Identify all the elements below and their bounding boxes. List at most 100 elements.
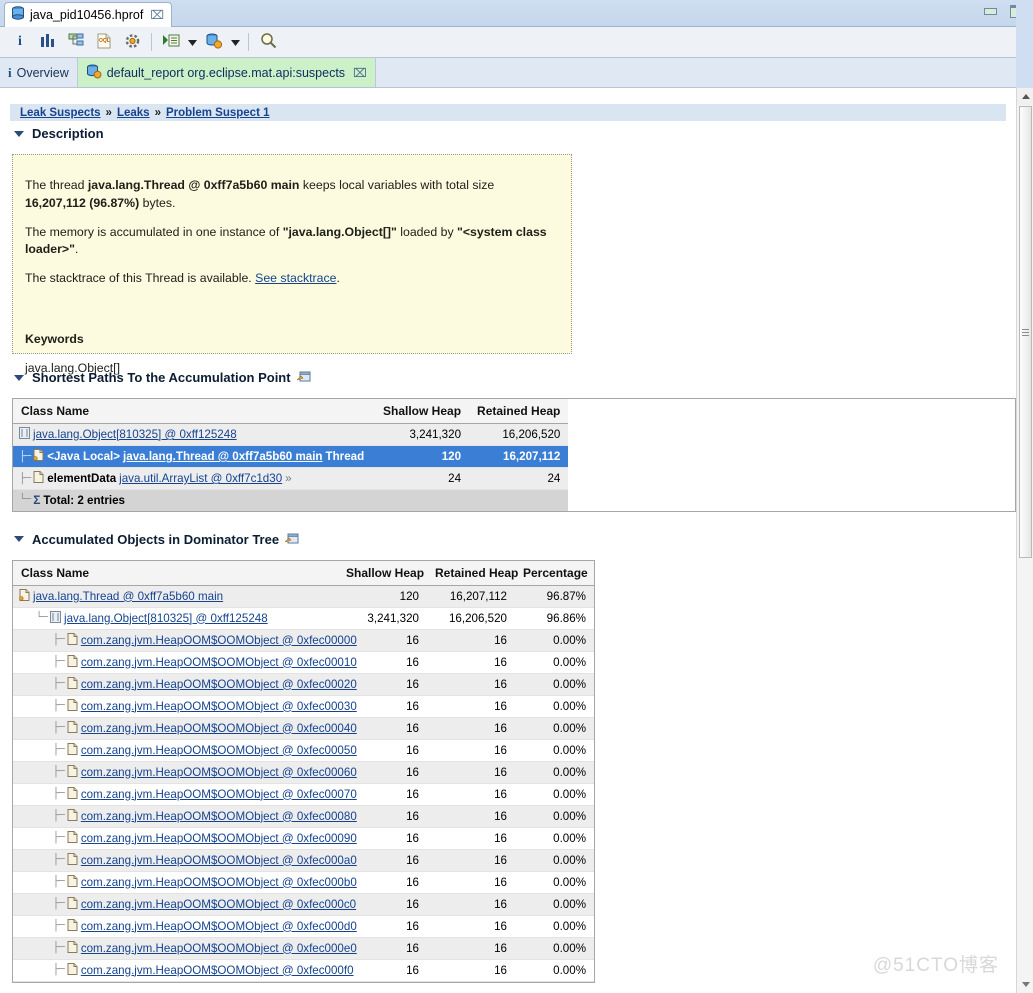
table-row-selected[interactable]: ├─ <Java Local> java.lang.Thread @ 0xff7…	[13, 445, 569, 468]
cell-class-name[interactable]: ├─ com.zang.jvm.HeapOOM$OOMObject @ 0xfec…	[13, 827, 357, 850]
cell-class-name[interactable]: ├─ com.zang.jvm.HeapOOM$OOMObject @ 0xfec…	[13, 871, 357, 894]
tab-default-report-suspects[interactable]: default_report org.eclipse.mat.api:suspe…	[77, 58, 376, 87]
cell-class-name[interactable]: ├─ com.zang.jvm.HeapOOM$OOMObject @ 0xfec…	[13, 651, 357, 674]
table-row[interactable]: ├─ com.zang.jvm.HeapOOM$OOMObject @ 0xfec…	[13, 959, 594, 982]
section-header-dominator-tree[interactable]: Accumulated Objects in Dominator Tree	[14, 532, 1016, 547]
breadcrumb-item-leaks[interactable]: Leaks	[117, 107, 150, 119]
object-link[interactable]: com.zang.jvm.HeapOOM$OOMObject @ 0xfec00…	[81, 788, 357, 801]
collapse-triangle-icon[interactable]	[14, 536, 24, 542]
table-row[interactable]: java.lang.Thread @ 0xff7a5b60 main 120 16,…	[13, 585, 594, 608]
cell-class-name[interactable]: ├─ com.zang.jvm.HeapOOM$OOMObject @ 0xfec…	[13, 915, 357, 938]
cell-class-name[interactable]: java.lang.Object[810325] @ 0xff125248	[13, 423, 375, 446]
object-link[interactable]: com.zang.jvm.HeapOOM$OOMObject @ 0xfec00…	[81, 766, 357, 779]
table-row[interactable]: ├─ com.zang.jvm.HeapOOM$OOMObject @ 0xfec…	[13, 651, 594, 674]
toolbar-dominator-tree-button[interactable]	[63, 30, 89, 54]
tab-close-icon[interactable]: ⌧	[353, 66, 367, 80]
col-class-name[interactable]: Class Name	[13, 399, 375, 424]
toolbar-overview-info-button[interactable]: i	[7, 30, 33, 54]
cell-class-name[interactable]: ├─ com.zang.jvm.HeapOOM$OOMObject @ 0xfec…	[13, 805, 357, 828]
object-link[interactable]: com.zang.jvm.HeapOOM$OOMObject @ 0xfec00…	[81, 832, 357, 845]
editor-tab-close-icon[interactable]: ⌧	[148, 9, 164, 21]
object-link[interactable]: java.util.ArrayList @ 0xff7c1d30	[119, 472, 282, 485]
table-row[interactable]: ├─ com.zang.jvm.HeapOOM$OOMObject @ 0xfec…	[13, 695, 594, 718]
toolbar-oql-button[interactable]: OQL	[91, 30, 117, 54]
export-details-icon[interactable]	[284, 533, 299, 546]
cell-class-name[interactable]: ├─ elementData java.util.ArrayList @ 0xf…	[13, 467, 375, 490]
table-row[interactable]: ├─ com.zang.jvm.HeapOOM$OOMObject @ 0xfec…	[13, 717, 594, 740]
object-link[interactable]: com.zang.jvm.HeapOOM$OOMObject @ 0xfec00…	[81, 898, 356, 911]
object-link[interactable]: java.lang.Object[810325] @ 0xff125248	[33, 428, 237, 441]
export-details-icon[interactable]	[296, 371, 311, 384]
object-link[interactable]: com.zang.jvm.HeapOOM$OOMObject @ 0xfec00…	[81, 744, 357, 757]
cell-class-name[interactable]: ├─ com.zang.jvm.HeapOOM$OOMObject @ 0xfec…	[13, 695, 357, 718]
col-shallow-heap[interactable]: Shallow Heap	[375, 399, 470, 424]
table-row[interactable]: ├─ com.zang.jvm.HeapOOM$OOMObject @ 0xfec…	[13, 761, 594, 784]
toolbar-query-browser-dropdown[interactable]	[229, 30, 242, 54]
collapse-triangle-icon[interactable]	[14, 374, 24, 381]
cell-class-name[interactable]: ├─ com.zang.jvm.HeapOOM$OOMObject @ 0xfec…	[13, 717, 357, 740]
table-row[interactable]: ├─ com.zang.jvm.HeapOOM$OOMObject @ 0xfec…	[13, 673, 594, 696]
col-shallow-heap[interactable]: Shallow Heap	[338, 560, 427, 586]
cell-class-name[interactable]: └─ java.lang.Object[810325] @ 0xff125248	[13, 607, 338, 630]
col-retained-heap[interactable]: Retained Heap	[469, 399, 569, 424]
tab-overview[interactable]: i Overview	[0, 58, 78, 87]
object-link[interactable]: java.lang.Object[810325] @ 0xff125248	[64, 612, 268, 625]
object-link[interactable]: com.zang.jvm.HeapOOM$OOMObject @ 0xfec00…	[81, 964, 354, 977]
cell-class-name[interactable]: ├─ com.zang.jvm.HeapOOM$OOMObject @ 0xfec…	[13, 629, 357, 652]
table-row[interactable]: java.lang.Object[810325] @ 0xff125248 3,…	[13, 423, 569, 446]
object-link[interactable]: com.zang.jvm.HeapOOM$OOMObject @ 0xfec00…	[81, 722, 357, 735]
table-row[interactable]: ├─ com.zang.jvm.HeapOOM$OOMObject @ 0xfec…	[13, 893, 594, 916]
cell-class-name[interactable]: ├─ <Java Local> java.lang.Thread @ 0xff7…	[13, 445, 375, 468]
table-row[interactable]: ├─ com.zang.jvm.HeapOOM$OOMObject @ 0xfec…	[13, 739, 594, 762]
object-link[interactable]: com.zang.jvm.HeapOOM$OOMObject @ 0xfec00…	[81, 810, 357, 823]
table-row[interactable]: └─ java.lang.Object[810325] @ 0xff125248 3…	[13, 607, 594, 630]
object-link[interactable]: java.lang.Thread @ 0xff7a5b60 main	[33, 590, 223, 603]
thread-link[interactable]: java.lang.Thread @ 0xff7a5b60 main	[123, 450, 322, 463]
table-row[interactable]: ├─ com.zang.jvm.HeapOOM$OOMObject @ 0xfec…	[13, 783, 594, 806]
object-link[interactable]: com.zang.jvm.HeapOOM$OOMObject @ 0xfec00…	[81, 854, 357, 867]
table-row[interactable]: ├─ com.zang.jvm.HeapOOM$OOMObject @ 0xfec…	[13, 915, 594, 938]
cell-class-name[interactable]: ├─ com.zang.jvm.HeapOOM$OOMObject @ 0xfec…	[13, 893, 356, 916]
cell-class-name[interactable]: ├─ com.zang.jvm.HeapOOM$OOMObject @ 0xfec…	[13, 739, 357, 762]
object-link[interactable]: com.zang.jvm.HeapOOM$OOMObject @ 0xfec00…	[81, 634, 357, 647]
collapse-triangle-icon[interactable]	[14, 130, 24, 137]
section-header-shortest-paths[interactable]: Shortest Paths To the Accumulation Point	[14, 370, 1016, 385]
table-row[interactable]: ├─ elementData java.util.ArrayList @ 0xf…	[13, 467, 569, 490]
toolbar-find-button[interactable]	[255, 30, 281, 54]
see-stacktrace-link[interactable]: See stacktrace	[255, 271, 336, 285]
object-link[interactable]: com.zang.jvm.HeapOOM$OOMObject @ 0xfec00…	[81, 876, 357, 889]
scroll-up-button[interactable]	[1017, 88, 1033, 105]
cell-class-name[interactable]: ├─ com.zang.jvm.HeapOOM$OOMObject @ 0xfec…	[13, 673, 357, 696]
cell-class-name[interactable]: ├─ com.zang.jvm.HeapOOM$OOMObject @ 0xfec…	[13, 959, 354, 982]
col-class-name[interactable]: Class Name	[13, 560, 338, 586]
toolbar-histogram-button[interactable]	[35, 30, 61, 54]
vertical-scrollbar[interactable]	[1016, 88, 1033, 993]
editor-tab-heapdump[interactable]: java_pid10456.hprof ⌧	[4, 2, 173, 27]
object-link[interactable]: com.zang.jvm.HeapOOM$OOMObject @ 0xfec00…	[81, 678, 357, 691]
breadcrumb-item-leak-suspects[interactable]: Leak Suspects	[20, 107, 101, 119]
table-row[interactable]: ├─ com.zang.jvm.HeapOOM$OOMObject @ 0xfec…	[13, 849, 594, 872]
object-link[interactable]: com.zang.jvm.HeapOOM$OOMObject @ 0xfec00…	[81, 942, 357, 955]
col-percentage[interactable]: Percentage	[515, 560, 594, 586]
col-retained-heap[interactable]: Retained Heap	[427, 560, 518, 586]
object-link[interactable]: com.zang.jvm.HeapOOM$OOMObject @ 0xfec00…	[81, 920, 357, 933]
table-row[interactable]: ├─ com.zang.jvm.HeapOOM$OOMObject @ 0xfec…	[13, 937, 594, 960]
object-link[interactable]: com.zang.jvm.HeapOOM$OOMObject @ 0xfec00…	[81, 700, 357, 713]
toolbar-run-expert-system-test-button[interactable]	[158, 30, 184, 54]
minimize-button[interactable]	[982, 4, 999, 18]
cell-class-name[interactable]: ├─ com.zang.jvm.HeapOOM$OOMObject @ 0xfec…	[13, 783, 357, 806]
toolbar-inspector-button[interactable]	[119, 30, 145, 54]
breadcrumb-item-problem-suspect-1[interactable]: Problem Suspect 1	[166, 107, 270, 119]
scroll-down-button[interactable]	[1017, 976, 1033, 993]
table-row[interactable]: ├─ com.zang.jvm.HeapOOM$OOMObject @ 0xfec…	[13, 871, 594, 894]
object-link[interactable]: com.zang.jvm.HeapOOM$OOMObject @ 0xfec00…	[81, 656, 357, 669]
section-header-description[interactable]: Description	[14, 126, 1016, 141]
toolbar-run-expert-dropdown[interactable]	[186, 30, 199, 54]
cell-class-name[interactable]: ├─ com.zang.jvm.HeapOOM$OOMObject @ 0xfec…	[13, 761, 357, 784]
cell-class-name[interactable]: ├─ com.zang.jvm.HeapOOM$OOMObject @ 0xfec…	[13, 849, 357, 872]
cell-class-name[interactable]: java.lang.Thread @ 0xff7a5b60 main	[13, 585, 338, 608]
toolbar-query-browser-button[interactable]	[201, 30, 227, 54]
table-row[interactable]: ├─ com.zang.jvm.HeapOOM$OOMObject @ 0xfec…	[13, 827, 594, 850]
scrollbar-thumb[interactable]	[1019, 106, 1032, 558]
cell-class-name[interactable]: ├─ com.zang.jvm.HeapOOM$OOMObject @ 0xfec…	[13, 937, 357, 960]
